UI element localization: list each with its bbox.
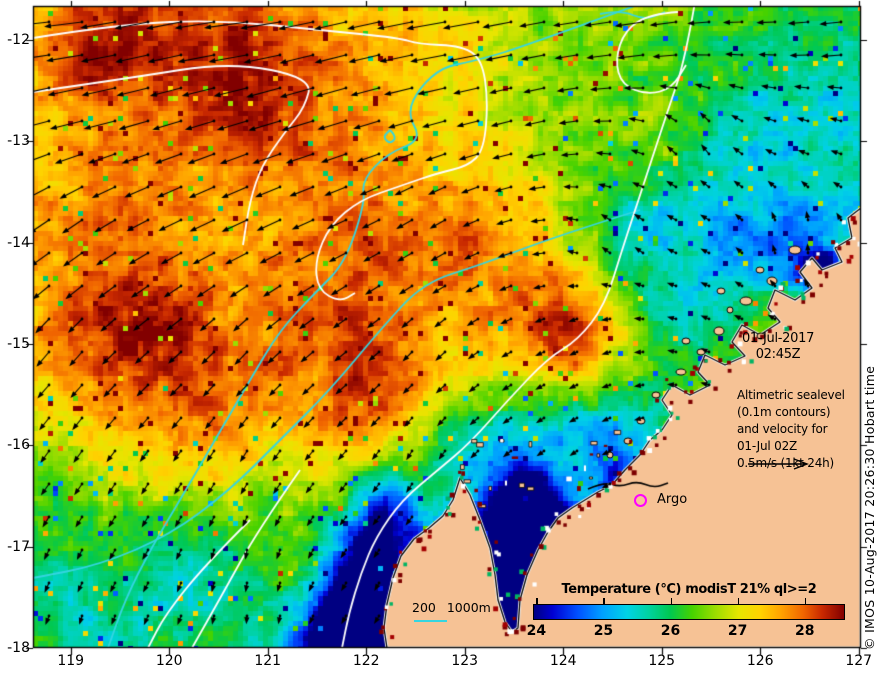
colorbar-title: Temperature (°C) modisT 21% ql>=2 — [561, 582, 817, 597]
x-tick-label: 119 — [57, 653, 85, 669]
x-tick-label: 123 — [451, 653, 479, 669]
x-tick-label: 125 — [648, 653, 676, 669]
x-tick-label: 120 — [155, 653, 183, 669]
altimetric-legend-line: Altimetric sealevel — [737, 388, 845, 402]
depth-contour-legend: 200 1000m — [412, 600, 491, 615]
colorbar-tick-label: 27 — [727, 623, 748, 639]
x-tick-label: 127 — [845, 653, 873, 669]
depth-contour-line-sample — [414, 620, 447, 622]
colorbar-tick — [536, 598, 538, 605]
colorbar-tick-label: 25 — [593, 623, 614, 639]
colorbar-tick-label: 26 — [660, 623, 681, 639]
time-line: 02:45Z — [755, 347, 801, 363]
y-tick-label: -13 — [7, 133, 30, 150]
date-line: 01-Jul-2017 — [741, 331, 815, 346]
x-tick-label: 126 — [746, 653, 774, 669]
y-tick-label: -16 — [7, 437, 30, 454]
altimetric-legend-line: 01-Jul 02Z — [737, 439, 798, 453]
x-tick-label: 122 — [352, 653, 380, 669]
argo-float-marker[interactable] — [634, 494, 647, 507]
colorbar-tick-label: 24 — [526, 623, 547, 639]
y-tick-label: -17 — [7, 538, 30, 555]
x-tick-label: 124 — [549, 653, 577, 669]
altimetric-legend-line: (0.1m contours) — [737, 405, 831, 419]
y-tick-label: -12 — [7, 32, 30, 48]
colorbar-tick-label: 28 — [794, 623, 815, 639]
colorbar-tick — [737, 598, 740, 605]
colorbar-tick — [804, 598, 807, 605]
temperature-colorbar — [533, 604, 845, 620]
altimetric-legend-line: and velocity for — [737, 422, 828, 436]
datetime-annotation: 01-Jul-2017 02:45Z — [708, 331, 848, 364]
y-tick-label: -18 — [7, 639, 30, 656]
copyright-text: © IMOS 10-Aug-2017 20:26:30 Hobart time — [862, 365, 877, 650]
colorbar-tick — [603, 598, 605, 605]
argo-label: Argo — [657, 492, 688, 507]
y-tick-label: -14 — [7, 234, 30, 251]
sst-map-figure: 01-Jul-2017 02:45Z Altimetric sealevel (0… — [0, 0, 880, 680]
colorbar-tick — [670, 598, 673, 605]
x-tick-label: 121 — [254, 653, 282, 669]
y-tick-label: -15 — [7, 335, 30, 352]
velocity-scale-arrow-icon — [745, 456, 811, 476]
